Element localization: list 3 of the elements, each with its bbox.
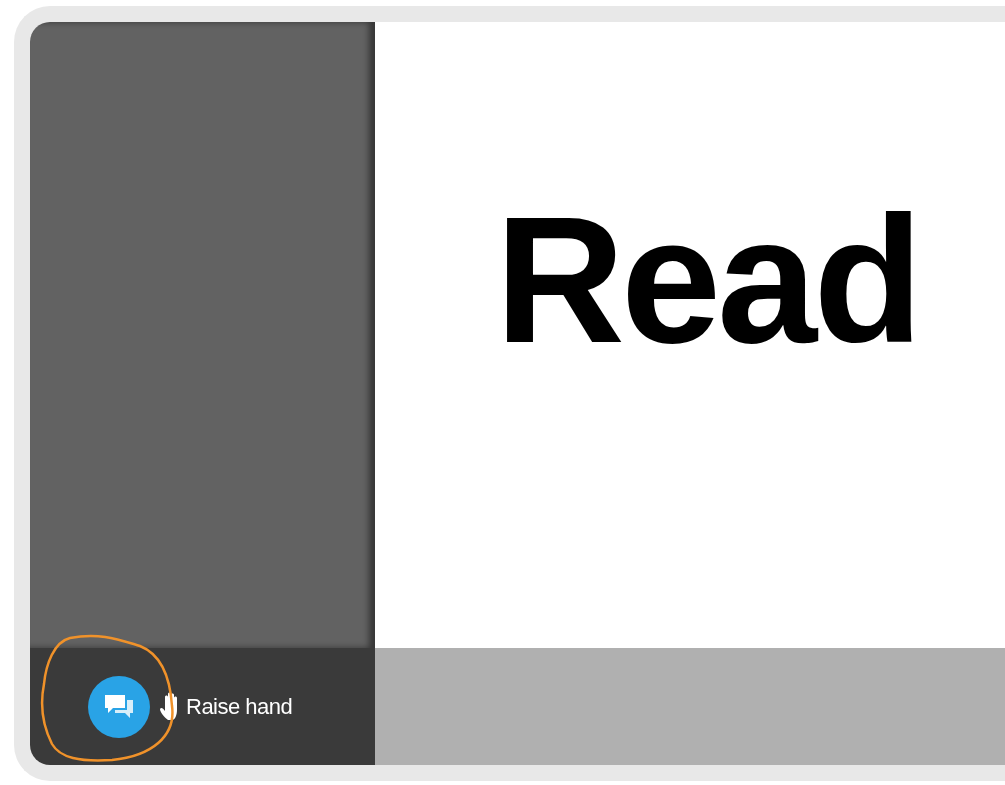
slide-title: Read bbox=[495, 190, 921, 370]
raise-hand-button[interactable]: Raise hand bbox=[186, 690, 293, 723]
hand-icon bbox=[160, 692, 180, 721]
